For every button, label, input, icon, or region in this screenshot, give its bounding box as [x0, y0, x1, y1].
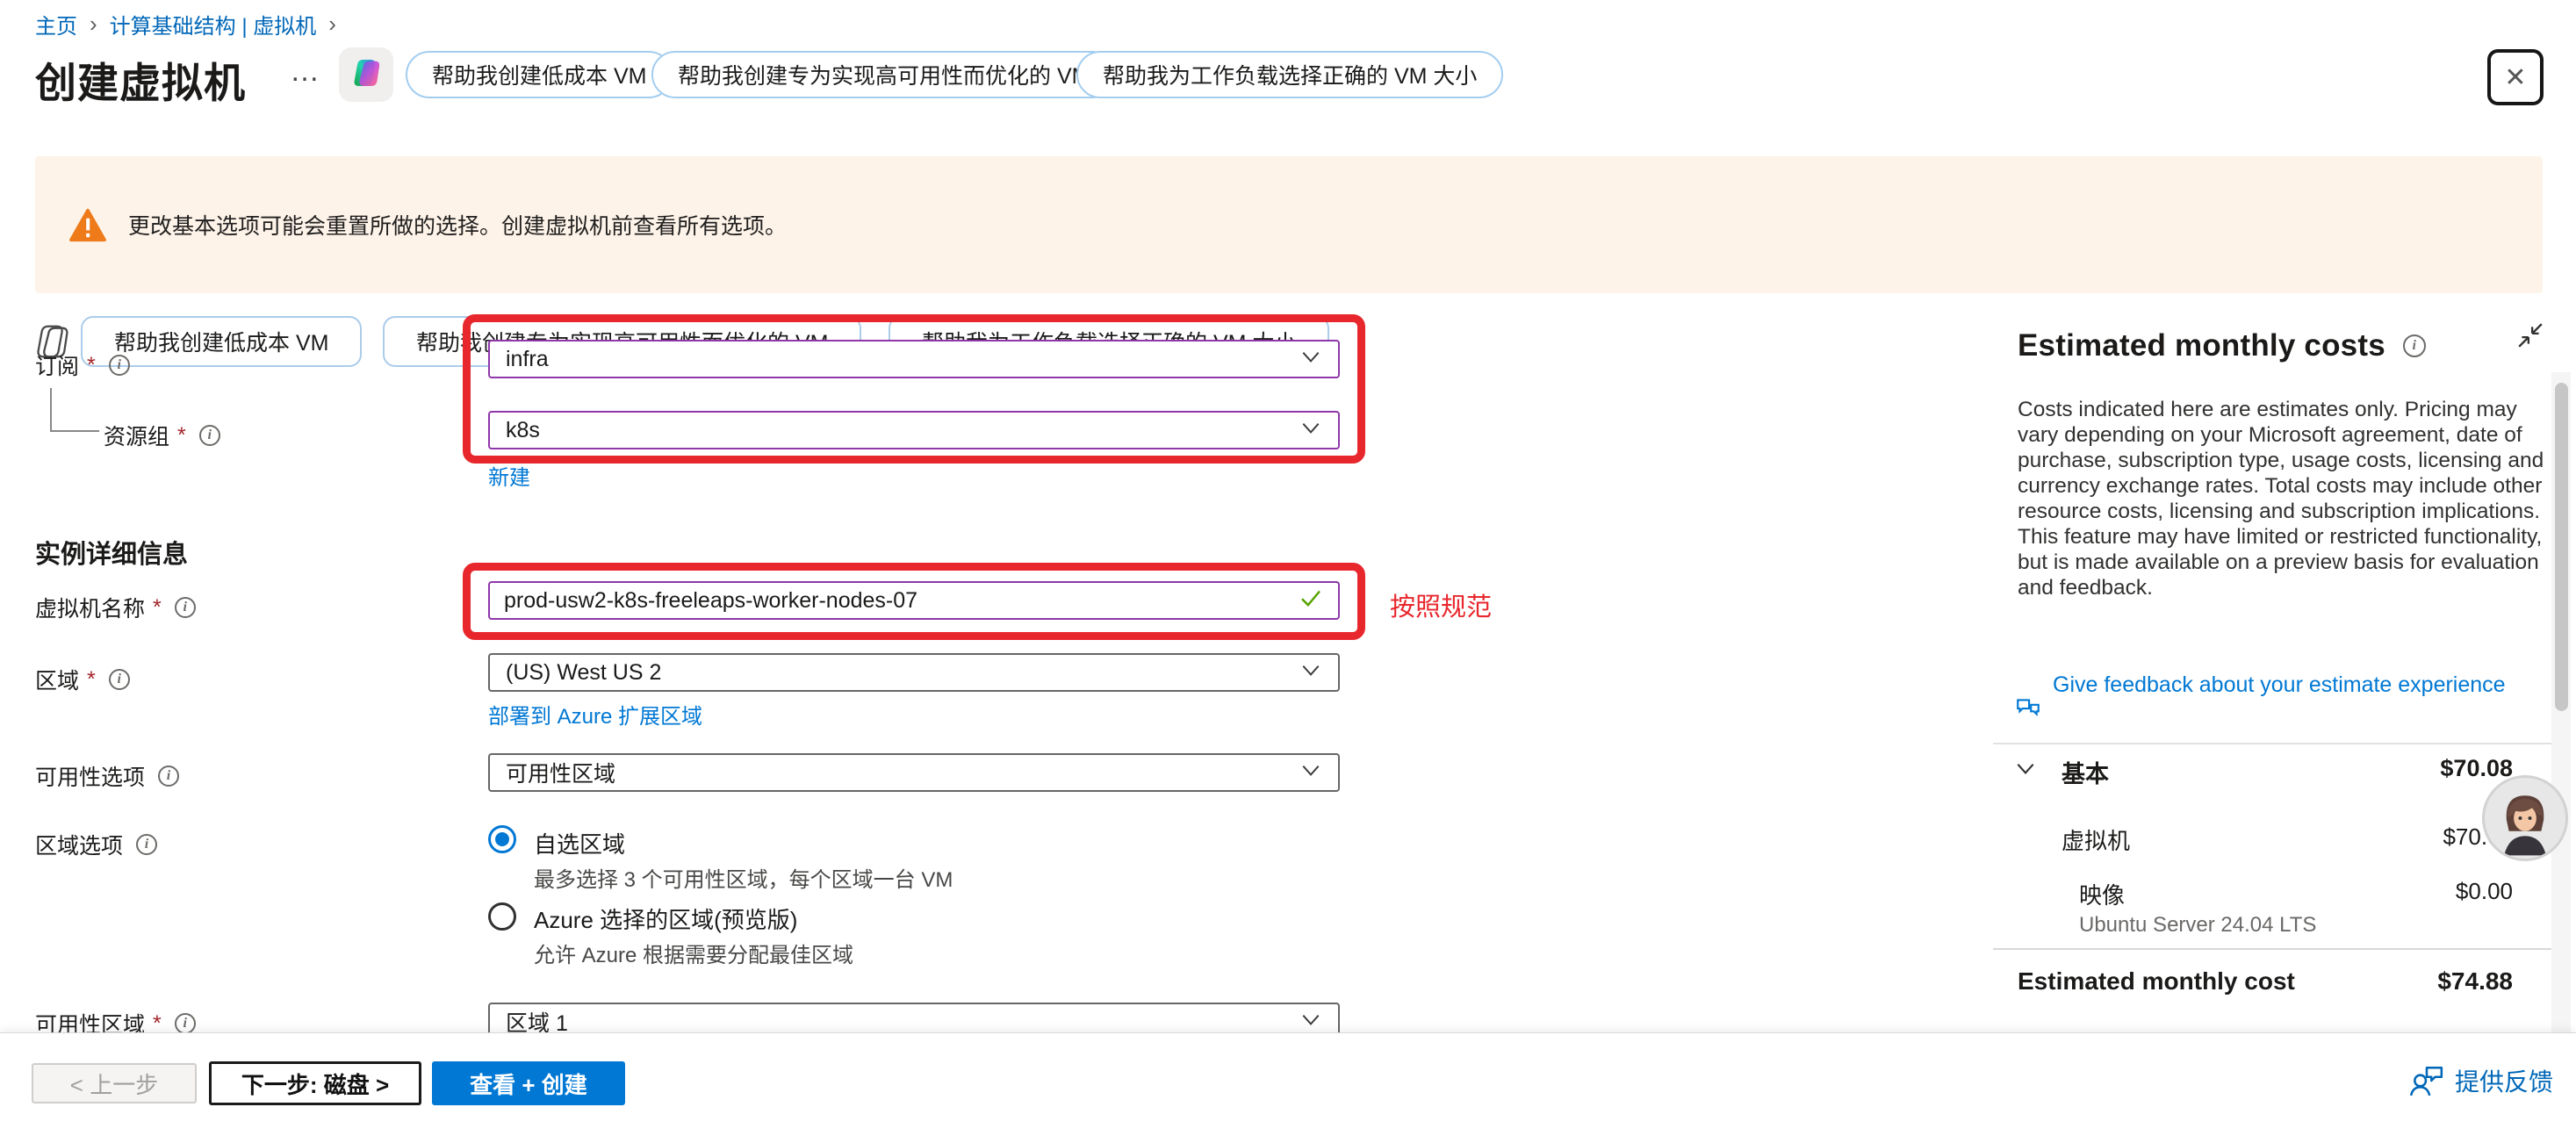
chevron-right-icon — [90, 11, 97, 38]
person-feedback-icon — [2409, 1065, 2444, 1096]
resource-group-label: 资源组 * — [104, 420, 220, 451]
cost-row-vm-value: $70.08 — [2283, 823, 2513, 851]
give-feedback-button[interactable]: 提供反馈 — [2409, 1063, 2553, 1098]
zone-options-label: 区域选项 — [35, 829, 157, 860]
vm-name-label: 虚拟机名称 * — [35, 592, 196, 623]
cost-group-value: $70.08 — [2283, 755, 2513, 782]
page-title: 创建虚拟机 — [35, 49, 246, 110]
cost-panel-title: Estimated monthly costs — [2018, 328, 2385, 363]
cost-row-image-sub: Ubuntu Server 24.04 LTS — [2079, 913, 2316, 938]
extended-zones-link[interactable]: 部署到 Azure 扩展区域 — [488, 699, 702, 730]
tree-connector-vertical — [50, 388, 52, 430]
chevron-right-icon — [328, 11, 336, 38]
create-new-link[interactable]: 新建 — [488, 460, 530, 491]
availability-options-dropdown[interactable]: 可用性区域 — [488, 753, 1340, 792]
availability-options-label: 可用性选项 — [35, 760, 179, 792]
close-button[interactable] — [2487, 49, 2544, 105]
divider — [1993, 743, 2551, 744]
total-cost-value: $74.88 — [2283, 967, 2513, 996]
scrollbar-thumb[interactable] — [2555, 383, 2568, 711]
estimate-feedback-link[interactable]: Give feedback about your estimate experi… — [2014, 671, 2541, 730]
copilot-suggestion-low-cost[interactable]: 帮助我创建低成本 VM — [406, 51, 673, 98]
info-icon[interactable] — [199, 425, 220, 446]
subscription-label: 订阅 * — [35, 349, 130, 381]
region-label: 区域 * — [35, 664, 130, 695]
cost-row-image-value: $0.00 — [2283, 878, 2513, 905]
copilot-suggestion-high-availability[interactable]: 帮助我创建专为实现高可用性而优化的 VM — [651, 51, 1116, 98]
review-create-button[interactable]: 查看 + 创建 — [432, 1061, 625, 1105]
warning-text: 更改基本选项可能会重置所做的选择。创建虚拟机前查看所有选项。 — [128, 209, 787, 241]
total-cost-label: Estimated monthly cost — [2018, 967, 2295, 996]
feedback-bubbles-icon — [2014, 694, 2042, 730]
copilot-button[interactable] — [339, 47, 393, 102]
warning-icon — [68, 207, 107, 242]
next-step-disks-button[interactable]: 下一步: 磁盘 > — [209, 1061, 421, 1105]
breadcrumb-section-link[interactable]: 计算基础结构 | 虚拟机 — [110, 9, 317, 40]
cost-row-vm-label: 虚拟机 — [2062, 823, 2130, 856]
overflow-menu-button[interactable] — [290, 54, 321, 89]
collapse-panel-icon[interactable] — [2516, 321, 2544, 354]
radio-azure-selected-zones-desc: 允许 Azure 根据需要分配最佳区域 — [534, 938, 853, 968]
info-icon[interactable] — [136, 834, 157, 855]
radio-azure-selected-zones-label: Azure 选择的区域(预览版) — [534, 902, 797, 935]
tree-connector-horizontal — [50, 430, 99, 432]
info-icon[interactable] — [109, 669, 130, 690]
subscription-value: infra — [506, 347, 549, 372]
vm-name-annotation: 按照规范 — [1390, 586, 1492, 623]
user-avatar[interactable] — [2485, 778, 2565, 859]
radio-self-selected-zones[interactable] — [488, 825, 516, 853]
subscription-dropdown[interactable]: infra — [488, 340, 1340, 378]
chevron-down-icon — [1299, 416, 1322, 445]
instance-details-section-title: 实例详细信息 — [35, 534, 188, 571]
region-value: (US) West US 2 — [506, 660, 661, 686]
chevron-down-icon — [1299, 658, 1322, 687]
chevron-down-icon — [1299, 758, 1322, 787]
breadcrumb: 主页 计算基础结构 | 虚拟机 — [35, 9, 336, 40]
cost-panel-header: Estimated monthly costs — [2018, 328, 2426, 363]
vm-name-input[interactable]: prod-usw2-k8s-freeleaps-worker-nodes-07 — [488, 581, 1340, 620]
vm-name-value: prod-usw2-k8s-freeleaps-worker-nodes-07 — [504, 588, 917, 614]
breadcrumb-home-link[interactable]: 主页 — [35, 9, 77, 40]
region-dropdown[interactable]: (US) West US 2 — [488, 653, 1340, 692]
valid-check-icon — [1298, 585, 1324, 617]
chevron-down-icon[interactable] — [2014, 757, 2037, 784]
create-vm-page: 主页 计算基础结构 | 虚拟机 创建虚拟机 帮助我创建低成本 VM — [0, 0, 2576, 1143]
cost-row-image-label: 映像 — [2079, 878, 2125, 910]
info-icon[interactable] — [109, 355, 130, 376]
divider — [1993, 948, 2551, 950]
previous-step-button[interactable]: < 上一步 — [32, 1063, 197, 1103]
cost-panel-description: Costs indicated here are estimates only.… — [2018, 397, 2555, 600]
availability-options-value: 可用性区域 — [506, 757, 615, 788]
radio-self-selected-zones-desc: 最多选择 3 个可用性区域，每个区域一台 VM — [534, 862, 953, 893]
radio-self-selected-zones-label: 自选区域 — [534, 827, 625, 859]
info-icon[interactable] — [158, 766, 179, 787]
radio-azure-selected-zones[interactable] — [488, 902, 516, 931]
copilot-icon — [349, 55, 384, 95]
info-icon[interactable] — [2403, 334, 2426, 357]
chevron-down-icon — [1299, 345, 1322, 374]
resource-group-dropdown[interactable]: k8s — [488, 411, 1340, 449]
resource-group-value: k8s — [506, 418, 540, 443]
copilot-suggestion-vm-size[interactable]: 帮助我为工作负载选择正确的 VM 大小 — [1076, 51, 1503, 98]
cost-group-label: 基本 — [2062, 755, 2109, 789]
footer-bar: < 上一步 下一步: 磁盘 > 查看 + 创建 提供反馈 — [0, 1032, 2576, 1143]
warning-banner: 更改基本选项可能会重置所做的选择。创建虚拟机前查看所有选项。 — [35, 156, 2543, 293]
info-icon[interactable] — [175, 1013, 196, 1034]
info-icon[interactable] — [175, 597, 196, 618]
